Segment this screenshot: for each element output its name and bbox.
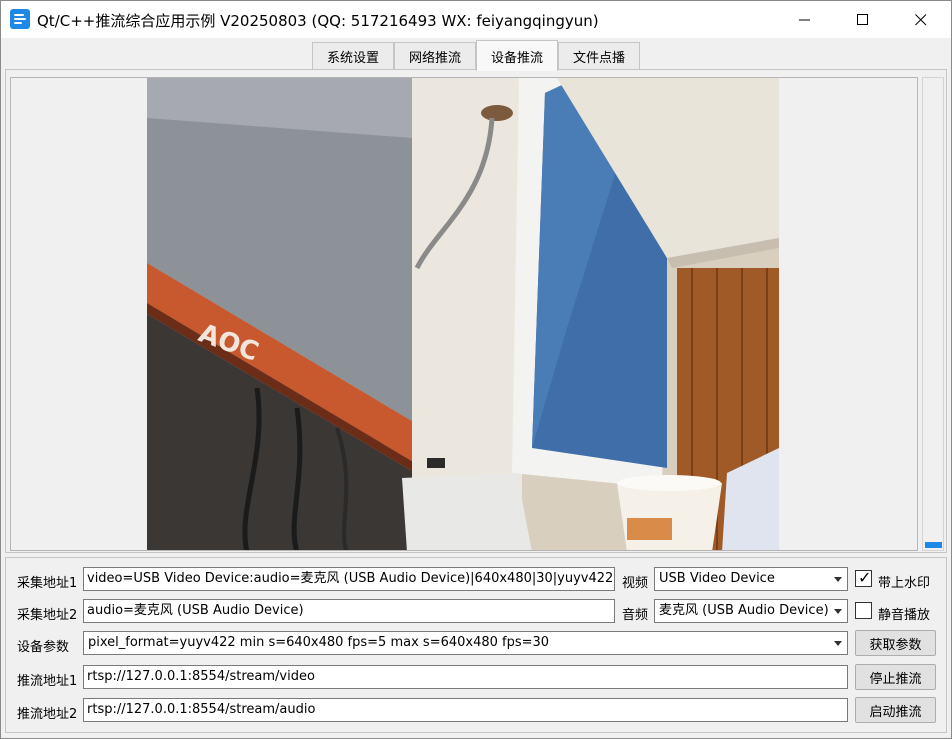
chevron-down-icon [834,609,842,614]
get-params-button[interactable]: 获取参数 [855,630,936,656]
push-address-1-label: 推流地址1 [17,674,78,689]
mute-checkbox[interactable] [855,602,872,619]
minimize-button[interactable] [776,1,834,38]
audio-label: 音频 [622,608,649,623]
vertical-scrollbar[interactable] [922,77,944,551]
watermark-checkbox[interactable]: ✓ [855,568,872,587]
chevron-down-icon [834,641,842,646]
video-device-selected: USB Video Device [659,571,775,586]
tab-network-push[interactable]: 网络推流 [394,42,476,70]
device-params-selected: pixel_format=yuyv422 min s=640x480 fps=5… [88,635,550,650]
app-menu-icon[interactable] [10,9,30,29]
maximize-icon [857,13,868,25]
app-window: Qt/C++推流综合应用示例 V20250803 (QQ: 517216493 … [0,0,952,739]
close-icon [915,13,927,25]
device-params-select[interactable]: pixel_format=yuyv422 min s=640x480 fps=5… [83,631,848,655]
check-icon: ✓ [858,568,872,587]
capture-address-1-input[interactable]: video=USB Video Device:audio=麦克风 (USB Au… [83,567,615,591]
close-button[interactable] [892,1,950,38]
tab-system-settings[interactable]: 系统设置 [312,42,394,70]
tab-file-vod[interactable]: 文件点播 [558,42,640,70]
chevron-down-icon [834,577,842,582]
push-address-2-label: 推流地址2 [17,707,78,722]
title-bar: Qt/C++推流综合应用示例 V20250803 (QQ: 517216493 … [1,1,951,38]
video-device-select[interactable]: USB Video Device [654,567,848,591]
video-preview-panel: AOC [10,77,918,551]
minimize-icon [799,19,810,20]
device-params-label: 设备参数 [17,640,70,655]
push-address-1-input[interactable]: rtsp://127.0.0.1:8554/stream/video [83,665,848,689]
video-label: 视频 [622,576,649,591]
audio-device-select[interactable]: 麦克风 (USB Audio Device) [654,599,848,623]
mute-label: 静音播放 [878,608,931,623]
audio-device-selected: 麦克风 (USB Audio Device) [659,603,829,618]
push-address-2-input[interactable]: rtsp://127.0.0.1:8554/stream/audio [83,698,848,722]
capture-address-2-input[interactable]: audio=麦克风 (USB Audio Device) [83,599,615,623]
scrollbar-thumb[interactable] [925,542,942,548]
tab-bar: 系统设置 网络推流 设备推流 文件点播 [1,38,951,71]
video-frame[interactable]: AOC [147,78,779,550]
watermark-label: 带上水印 [878,576,931,591]
tab-device-push[interactable]: 设备推流 [476,40,558,71]
window-title: Qt/C++推流综合应用示例 V20250803 (QQ: 517216493 … [37,12,599,30]
start-push-button[interactable]: 启动推流 [855,697,936,723]
capture-address-1-label: 采集地址1 [17,576,78,591]
stop-push-button[interactable]: 停止推流 [855,664,936,690]
maximize-button[interactable] [834,1,892,38]
camera-feed-image: AOC [147,78,779,550]
capture-address-2-label: 采集地址2 [17,608,78,623]
